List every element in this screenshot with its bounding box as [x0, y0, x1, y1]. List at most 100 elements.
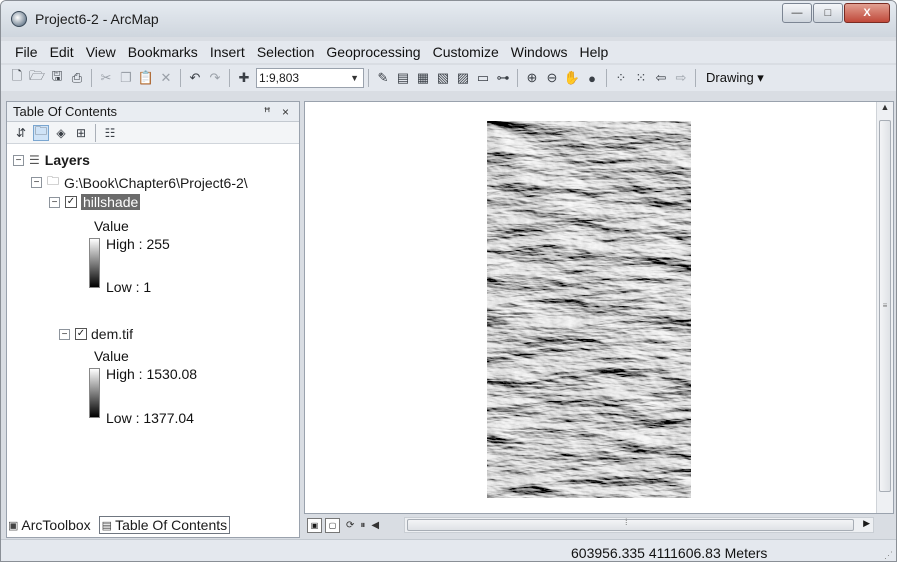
list-by-visibility-icon[interactable]: ◈ [53, 125, 69, 141]
fixed-zoom-in-icon[interactable]: ⁘ [613, 70, 629, 86]
scroll-up-icon[interactable]: ▲ [877, 102, 893, 118]
open-folder-icon[interactable]: 🗁 [29, 68, 45, 86]
folder-icon: 🗀 [47, 174, 60, 188]
copy-icon[interactable]: ❐ [118, 70, 134, 86]
refresh-icon[interactable]: ⟳ [346, 520, 354, 531]
catalog-window-icon[interactable]: ▦ [415, 70, 431, 86]
full-extent-icon[interactable]: ● [584, 70, 600, 86]
scroll-right-icon[interactable]: ▶ [863, 518, 870, 529]
toolbar-divider [180, 69, 181, 87]
title-bar: Project6-2 - ArcMap — □ X [1, 1, 896, 37]
map-scale-combobox[interactable]: 1:9,803 ▼ [256, 68, 364, 88]
print-icon[interactable]: ⎙ [69, 70, 85, 86]
new-document-icon[interactable]: 🗋 [9, 68, 25, 86]
layer-row-hillshade[interactable]: − ✓ hillshade [49, 194, 141, 210]
add-data-icon[interactable]: ✚ [236, 70, 252, 86]
toc-pin-close-controls[interactable]: ꟸ × [264, 105, 293, 119]
menu-geoprocessing[interactable]: Geoprocessing [320, 44, 426, 60]
cursor-coordinates: 603956.335 4111606.83 Meters [571, 545, 768, 561]
arcmap-window: Project6-2 - ArcMap — □ X File Edit View… [0, 0, 897, 562]
menu-help[interactable]: Help [574, 44, 615, 60]
menu-view[interactable]: View [80, 44, 122, 60]
horizontal-scroll-thumb[interactable] [407, 519, 854, 531]
hillshade-raster [487, 121, 691, 498]
tab-table-of-contents[interactable]: ▤ Table Of Contents [98, 516, 231, 534]
collapse-icon[interactable]: − [59, 328, 70, 340]
collapse-icon[interactable]: − [31, 177, 42, 188]
menu-edit[interactable]: Edit [44, 44, 80, 60]
menu-file[interactable]: File [9, 44, 44, 60]
layout-view-button[interactable]: ▢ [325, 517, 340, 533]
zoom-out-icon[interactable]: ⊖ [544, 70, 560, 86]
layer-row-dem[interactable]: − ✓ dem.tif [59, 326, 133, 342]
layers-label: Layers [44, 152, 90, 168]
workspace-folder-row[interactable]: − 🗀 G:\Book\Chapter6\Project6-2\ [31, 172, 248, 193]
folder-path: G:\Book\Chapter6\Project6-2\ [64, 174, 248, 191]
table-of-contents-window-icon[interactable]: ▤ [395, 70, 411, 86]
menu-selection[interactable]: Selection [251, 44, 321, 60]
toolbox-icon: ▣ [8, 519, 19, 532]
pan-hand-icon[interactable]: ✋ [564, 70, 580, 86]
model-builder-icon[interactable]: ⊶ [495, 70, 511, 86]
data-view-button[interactable]: ▣ [307, 517, 322, 533]
next-extent-icon[interactable]: ⇨ [673, 70, 689, 86]
editor-toolbar-icon[interactable]: ✎ [375, 70, 391, 86]
arctoolbox-window-icon[interactable]: ▨ [455, 70, 471, 86]
resize-grip-icon[interactable]: ⋰ [884, 550, 893, 561]
toolbar-divider [606, 69, 607, 87]
layers-icon: ☰ [29, 153, 40, 167]
close-icon: X [863, 7, 871, 19]
layer-visibility-checkbox[interactable]: ✓ [65, 196, 77, 208]
legend-low-label: Low : 1 [106, 279, 152, 295]
menu-bookmarks[interactable]: Bookmarks [122, 44, 204, 60]
map-vertical-scrollbar[interactable]: ▲ ≡ [876, 102, 893, 513]
maximize-button[interactable]: □ [813, 3, 843, 23]
list-by-source-icon[interactable]: 🗀 [33, 124, 49, 141]
map-display[interactable]: ▲ ≡ [304, 101, 894, 514]
layer-visibility-checkbox[interactable]: ✓ [75, 328, 87, 340]
undo-icon[interactable]: ↶ [187, 70, 203, 86]
tab-table-of-contents-label: Table Of Contents [115, 517, 228, 533]
layer-name-dem[interactable]: dem.tif [91, 326, 133, 342]
layer-name-hillshade[interactable]: hillshade [81, 194, 141, 210]
toolbar-divider [95, 123, 96, 142]
menu-windows[interactable]: Windows [505, 44, 574, 60]
maximize-icon: □ [824, 7, 832, 19]
python-window-icon[interactable]: ▭ [475, 70, 491, 86]
minimize-icon: — [791, 7, 803, 19]
redo-icon[interactable]: ↷ [207, 70, 223, 86]
scroll-left-icon[interactable]: ◀ [371, 520, 379, 531]
fixed-zoom-out-icon[interactable]: ⁙ [633, 70, 649, 86]
layers-dataframe-row[interactable]: − ☰ Layers [13, 152, 90, 168]
chevron-down-icon[interactable]: ▼ [350, 73, 359, 83]
collapse-icon[interactable]: − [49, 196, 60, 208]
vertical-scroll-thumb[interactable]: ≡ [879, 120, 891, 492]
window-title: Project6-2 - ArcMap [35, 11, 159, 27]
menu-customize[interactable]: Customize [427, 44, 505, 60]
close-button[interactable]: X [844, 3, 890, 23]
list-by-selection-icon[interactable]: ⊞ [73, 125, 89, 141]
delete-icon[interactable]: ✕ [158, 70, 174, 86]
map-scale-value: 1:9,803 [259, 71, 300, 85]
standard-toolbar: 🗋 🗁 🖫 ⎙ ✂ ❐ 📋 ✕ ↶ ↷ ✚ 1:9,803 ▼ ✎ ▤ ▦ ▧ … [1, 65, 896, 91]
tab-arctoolbox[interactable]: ▣ ArcToolbox [6, 517, 93, 533]
pause-drawing-icon[interactable]: ⏸ [360, 520, 365, 531]
legend-high-label: High : 255 [106, 236, 170, 252]
collapse-icon[interactable]: − [13, 154, 24, 166]
status-bar: 603956.335 4111606.83 Meters ⋰ [1, 539, 896, 561]
zoom-in-icon[interactable]: ⊕ [524, 70, 540, 86]
table-of-contents-icon: ▤ [101, 519, 113, 532]
save-icon[interactable]: 🖫 [49, 68, 65, 86]
list-by-drawing-order-icon[interactable]: ⇵ [13, 125, 29, 141]
minimize-button[interactable]: — [782, 3, 812, 23]
previous-extent-icon[interactable]: ⇦ [653, 70, 669, 86]
paste-icon[interactable]: 📋 [138, 70, 154, 86]
toc-options-icon[interactable]: ☷ [102, 125, 118, 141]
map-horizontal-scrollbar[interactable]: ⁞ ▶ [404, 517, 874, 533]
toc-toolbar: ⇵ 🗀 ◈ ⊞ ☷ [7, 122, 299, 144]
cut-icon[interactable]: ✂ [98, 70, 114, 86]
menu-insert[interactable]: Insert [204, 44, 251, 60]
scroll-grip-icon: ⁞ [625, 517, 628, 527]
search-window-icon[interactable]: ▧ [435, 70, 451, 86]
drawing-menu-button[interactable]: Drawing ▾ [706, 70, 764, 86]
